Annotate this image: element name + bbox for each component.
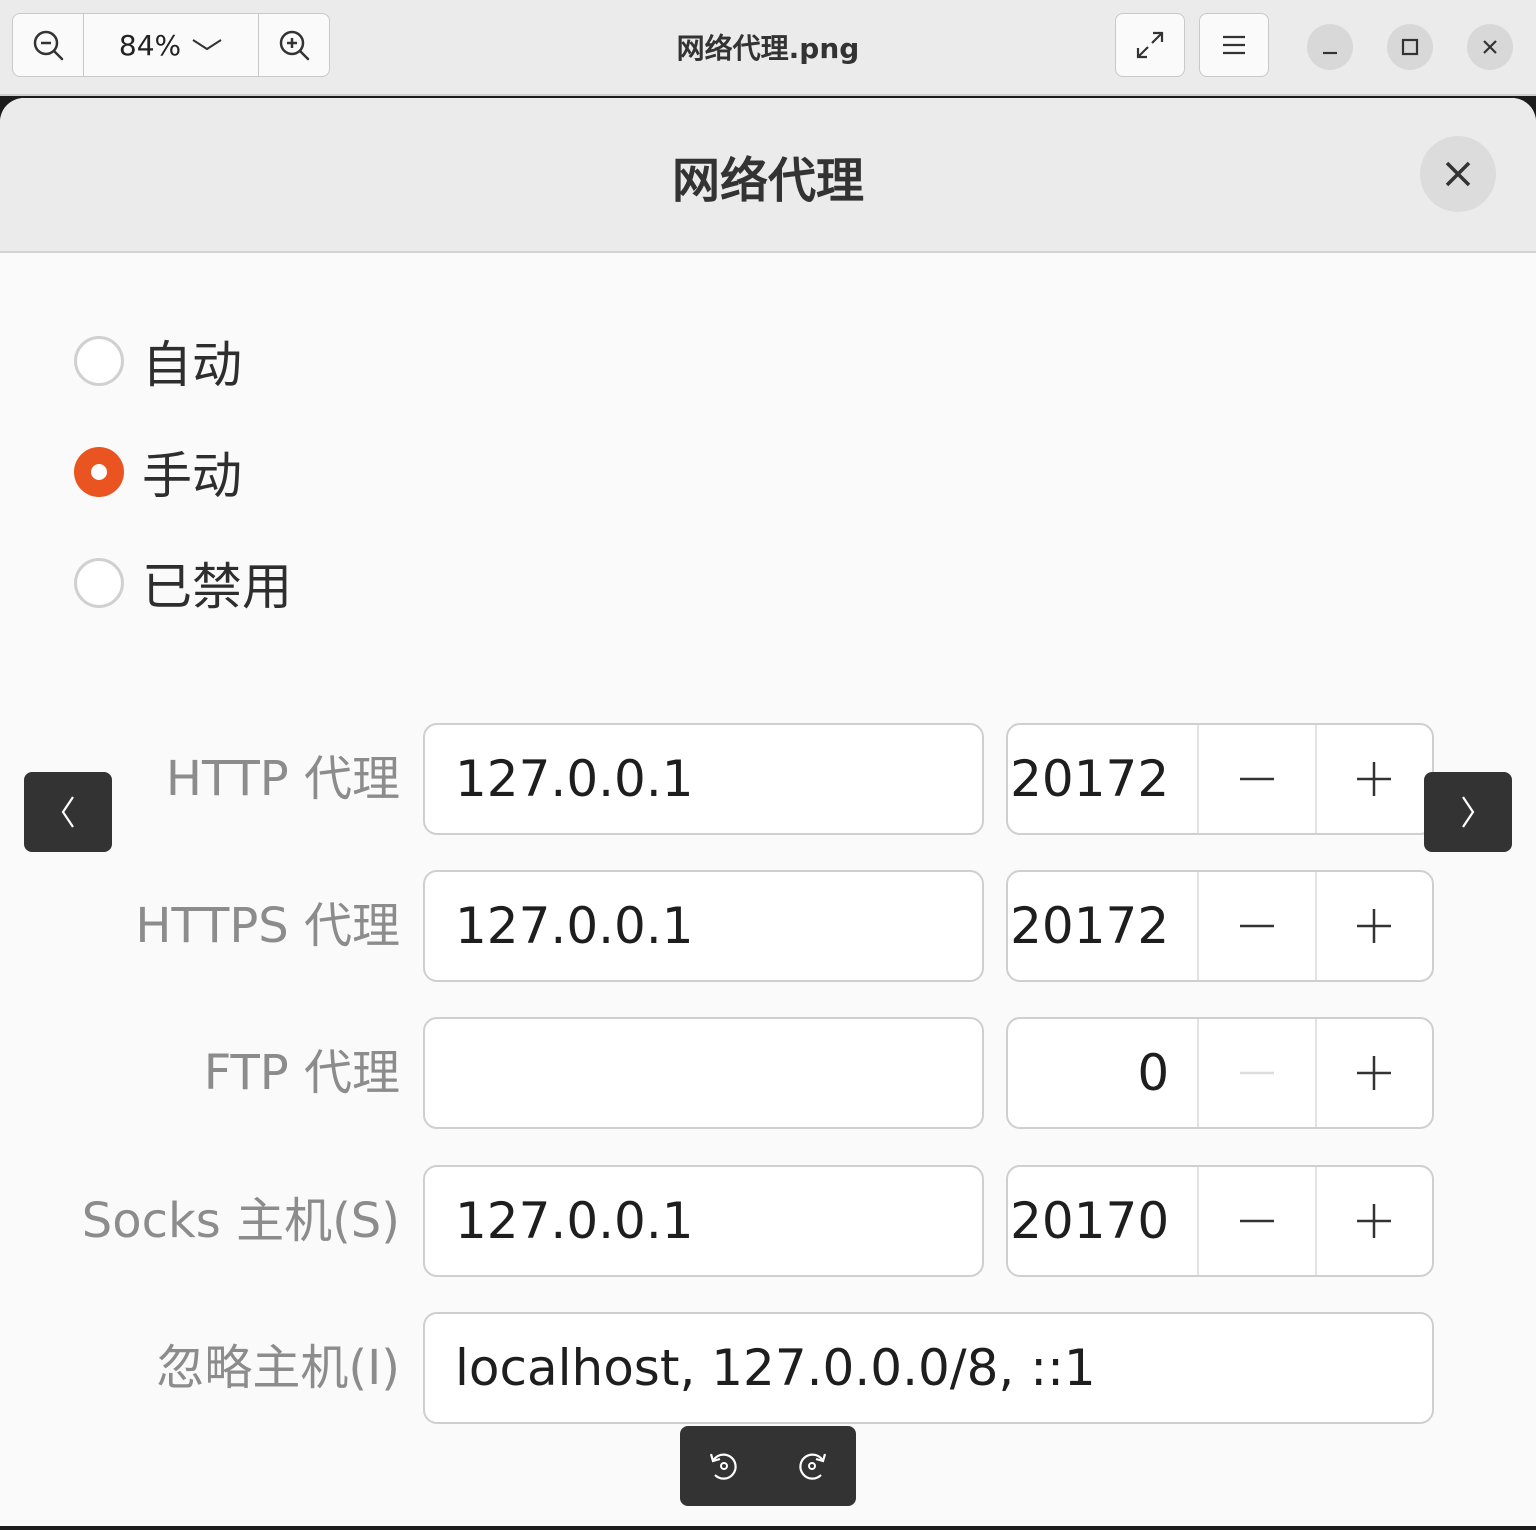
socks-port-value[interactable]: 20170 — [1008, 1167, 1197, 1275]
mode-option-auto[interactable]: 自动 — [74, 331, 242, 394]
ignore-hosts-label: 忽略主机(I) — [156, 1340, 400, 1396]
http-port-decrement-button[interactable] — [1197, 725, 1314, 833]
http-port-increment-button[interactable] — [1314, 725, 1432, 833]
zoom-control: 84% — [12, 13, 330, 77]
maximize-button[interactable] — [1387, 24, 1433, 70]
https-port-increment-button[interactable] — [1314, 872, 1432, 980]
dialog-title: 网络代理 — [671, 152, 864, 209]
socks-host-label: Socks 主机(S) — [81, 1193, 400, 1249]
https-proxy-port-spinner: 20172 — [1006, 870, 1434, 982]
radio-auto[interactable] — [74, 336, 124, 386]
http-proxy-host-input[interactable]: 127.0.0.1 — [423, 723, 984, 835]
radio-manual[interactable] — [74, 447, 124, 497]
ftp-proxy-host-input[interactable] — [423, 1017, 984, 1129]
minimize-icon — [1323, 51, 1337, 55]
https-port-decrement-button[interactable] — [1197, 872, 1314, 980]
socks-port-increment-button[interactable] — [1314, 1167, 1432, 1275]
prev-arrow-icon — [61, 796, 74, 828]
ftp-proxy-label: FTP 代理 — [203, 1045, 400, 1101]
main-menu-button[interactable] — [1199, 13, 1269, 77]
close-icon — [1483, 40, 1497, 54]
minus-icon — [1239, 1071, 1274, 1075]
rotate-right-button[interactable] — [795, 1449, 829, 1483]
zoom-out-icon — [33, 30, 64, 61]
ftp-port-increment-button[interactable] — [1314, 1019, 1432, 1127]
next-arrow-icon — [1462, 796, 1475, 828]
previous-image-button[interactable] — [24, 772, 112, 852]
plus-icon — [1357, 1056, 1392, 1090]
socks-port-decrement-button[interactable] — [1197, 1167, 1314, 1275]
menu-icon — [1223, 35, 1245, 55]
zoom-in-icon — [279, 30, 310, 61]
socks-port-spinner: 20170 — [1006, 1165, 1434, 1277]
radio-disabled[interactable] — [74, 558, 124, 608]
bottom-edge — [0, 1526, 1536, 1530]
https-proxy-label: HTTPS 代理 — [135, 898, 400, 954]
maximize-icon — [1401, 38, 1419, 56]
mode-option-disabled[interactable]: 已禁用 — [74, 553, 292, 616]
rotate-left-button[interactable] — [707, 1449, 741, 1483]
rotate-controls — [680, 1426, 856, 1506]
ignore-hosts-input[interactable]: localhost, 127.0.0.0/8, ::1 — [423, 1312, 1434, 1424]
radio-label-auto: 自动 — [142, 336, 242, 394]
socks-host-input[interactable]: 127.0.0.1 — [423, 1165, 984, 1277]
dialog-close-button[interactable] — [1420, 136, 1496, 212]
next-image-button[interactable] — [1424, 772, 1512, 852]
minus-icon — [1239, 924, 1274, 928]
https-proxy-host-input[interactable]: 127.0.0.1 — [423, 870, 984, 982]
zoom-level-dropdown[interactable]: 84% — [82, 14, 260, 76]
http-proxy-port-value[interactable]: 20172 — [1008, 725, 1197, 833]
viewer-header-bar: 84% 网络代理.png — [0, 0, 1536, 96]
rotate-left-icon — [709, 1453, 737, 1480]
radio-label-disabled: 已禁用 — [142, 558, 292, 616]
ftp-proxy-port-value[interactable]: 0 — [1008, 1019, 1197, 1127]
http-proxy-port-spinner: 20172 — [1006, 723, 1434, 835]
zoom-in-button[interactable] — [259, 14, 329, 76]
minus-icon — [1239, 1219, 1274, 1223]
minus-icon — [1239, 777, 1274, 781]
close-icon — [1445, 161, 1471, 187]
https-proxy-port-value[interactable]: 20172 — [1008, 872, 1197, 980]
mode-option-manual[interactable]: 手动 — [74, 442, 242, 505]
window-close-button[interactable] — [1467, 24, 1513, 70]
fullscreen-icon — [1136, 31, 1164, 59]
network-proxy-dialog: 网络代理 自动 手动 已禁用 HTTP 代理 127.0.0.1 20172 H… — [0, 98, 1536, 1526]
minimize-button[interactable] — [1307, 24, 1353, 70]
ftp-proxy-port-spinner: 0 — [1006, 1017, 1434, 1129]
zoom-level-value: 84% — [118, 28, 182, 62]
zoom-out-button[interactable] — [13, 14, 83, 76]
rotate-right-icon — [799, 1453, 827, 1480]
ftp-port-decrement-button — [1197, 1019, 1314, 1127]
plus-icon — [1357, 909, 1392, 943]
chevron-down-icon — [192, 39, 222, 51]
fullscreen-button[interactable] — [1115, 13, 1185, 77]
plus-icon — [1357, 762, 1392, 796]
plus-icon — [1357, 1204, 1392, 1238]
radio-label-manual: 手动 — [142, 447, 242, 505]
